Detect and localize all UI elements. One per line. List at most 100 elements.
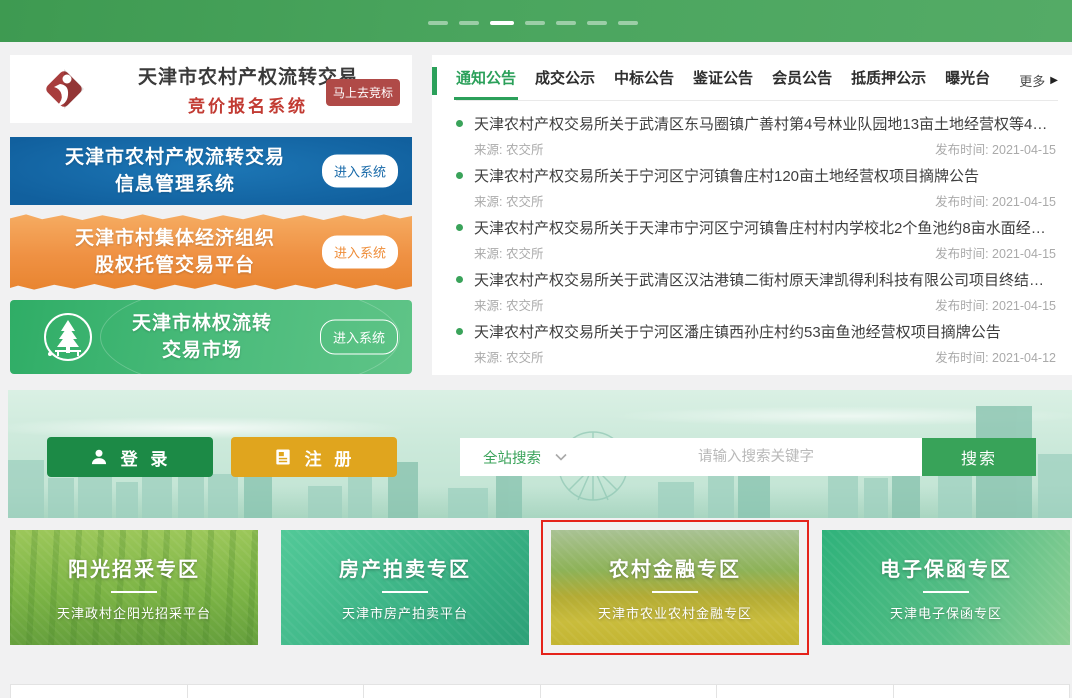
search-scope-label: 全站搜索 <box>483 447 541 468</box>
footer-table-cell <box>188 685 365 698</box>
carousel-dash-active[interactable] <box>490 21 514 25</box>
search-scope-select[interactable]: 全站搜索 <box>460 438 590 476</box>
announcement-date: 发布时间: 2021-04-15 <box>935 139 1056 158</box>
enter-equity-platform-button[interactable]: 进入系统 <box>322 236 398 269</box>
info-management-banner[interactable]: 天津市农村产权流转交易 信息管理系统 进入系统 <box>10 137 412 205</box>
carousel-dash[interactable] <box>618 21 638 25</box>
carousel-dash[interactable] <box>428 21 448 25</box>
announcement-link[interactable]: 天津农村产权交易所关于宁河区宁河镇鲁庄村120亩土地经营权项目摘牌公告 <box>456 163 1056 187</box>
date-value: 2021-04-15 <box>992 299 1056 313</box>
more-link[interactable]: 更多 ▶ <box>1019 71 1058 90</box>
bullet-icon <box>456 120 463 127</box>
carousel-dash[interactable] <box>556 21 576 25</box>
announcement-title: 天津农村产权交易所关于武清区汉沽港镇二街村原天津凯得利科技有限公司项目终结公告 <box>474 269 1049 290</box>
announcement-meta: 来源: 农交所 发布时间: 2021-04-15 <box>474 139 1056 158</box>
hero-band: 登 录 注 册 全站搜索 搜索 <box>8 390 1072 518</box>
user-icon <box>89 447 109 467</box>
equity-banner-line1: 天津市村集体经济组织 <box>10 225 340 252</box>
list-item: 天津农村产权交易所关于武清区汉沽港镇二街村原天津凯得利科技有限公司项目终结公告 … <box>456 267 1056 319</box>
go-bid-button[interactable]: 马上去竞标 <box>326 79 400 106</box>
more-arrow-icon: ▶ <box>1050 75 1058 86</box>
list-item: 天津农村产权交易所关于宁河区宁河镇鲁庄村120亩土地经营权项目摘牌公告 来源: … <box>456 163 1056 215</box>
footer-table-cell <box>11 685 188 698</box>
top-carousel-bar <box>0 0 1072 42</box>
announcement-source: 来源: 农交所 <box>474 295 543 314</box>
announcement-tabs: 通知公告 成交公示 中标公告 鉴证公告 会员公告 抵质押公示 曝光台 <box>456 67 1058 100</box>
zone-title: 房产拍卖专区 <box>339 553 471 582</box>
equity-platform-banner[interactable]: 天津市村集体经济组织 股权托管交易平台 进入系统 <box>10 212 412 292</box>
announcement-list: 天津农村产权交易所关于武清区东马圈镇广善村第4号林业队园地13亩土地经营权等4个… <box>456 111 1056 371</box>
tab-certification[interactable]: 鉴证公告 <box>693 67 753 100</box>
announcement-title: 天津农村产权交易所关于武清区东马圈镇广善村第4号林业队园地13亩土地经营权等4个… <box>474 113 1049 134</box>
time-label: 发布时间: <box>935 195 988 209</box>
search-button[interactable]: 搜索 <box>922 438 1036 476</box>
tab-members[interactable]: 会员公告 <box>772 67 832 100</box>
bullet-icon <box>456 276 463 283</box>
enter-info-system-button[interactable]: 进入系统 <box>322 155 398 188</box>
login-label: 登 录 <box>121 445 172 470</box>
zone-subtitle: 天津电子保函专区 <box>890 603 1002 622</box>
tab-notice[interactable]: 通知公告 <box>456 67 516 100</box>
chevron-down-icon <box>555 453 567 461</box>
time-label: 发布时间: <box>935 299 988 313</box>
announcement-title: 天津农村产权交易所关于宁河区宁河镇鲁庄村120亩土地经营权项目摘牌公告 <box>474 165 979 186</box>
info-banner-line2: 信息管理系统 <box>10 171 340 198</box>
announcement-link[interactable]: 天津农村产权交易所关于天津市宁河区宁河镇鲁庄村村内学校北2个鱼池约8亩水面经营.… <box>456 215 1056 239</box>
info-banner-line1: 天津市农村产权流转交易 <box>10 144 340 171</box>
zone-card-sunshine-procurement[interactable]: 阳光招采专区 天津政村企阳光招采平台 <box>10 530 258 645</box>
announcement-meta: 来源: 农交所 发布时间: 2021-04-15 <box>474 295 1056 314</box>
time-label: 发布时间: <box>935 143 988 157</box>
zone-divider <box>382 591 428 593</box>
announcement-meta: 来源: 农交所 发布时间: 2021-04-12 <box>474 347 1056 366</box>
date-value: 2021-04-12 <box>992 351 1056 365</box>
announcement-link[interactable]: 天津农村产权交易所关于武清区东马圈镇广善村第4号林业队园地13亩土地经营权等4个… <box>456 111 1056 135</box>
tab-deals[interactable]: 成交公示 <box>535 67 595 100</box>
date-value: 2021-04-15 <box>992 195 1056 209</box>
time-label: 发布时间: <box>935 351 988 365</box>
search-bar: 全站搜索 搜索 <box>460 438 1036 476</box>
more-label: 更多 <box>1019 71 1045 90</box>
bullet-icon <box>456 328 463 335</box>
zone-title: 阳光招采专区 <box>68 553 200 582</box>
announcement-date: 发布时间: 2021-04-15 <box>935 191 1056 210</box>
search-input[interactable] <box>590 438 922 476</box>
announcement-date: 发布时间: 2021-04-12 <box>935 347 1056 366</box>
tab-exposure[interactable]: 曝光台 <box>945 67 990 100</box>
zone-card-property-auction[interactable]: 房产拍卖专区 天津市房产拍卖平台 <box>281 530 529 645</box>
zone-subtitle: 天津市房产拍卖平台 <box>342 603 468 622</box>
bidding-system-card[interactable]: 天津市农村产权流转交易 竞价报名系统 马上去竞标 <box>10 55 412 123</box>
announcement-source: 来源: 农交所 <box>474 139 543 158</box>
announcement-link[interactable]: 天津农村产权交易所关于武清区汉沽港镇二街村原天津凯得利科技有限公司项目终结公告 <box>456 267 1056 291</box>
carousel-dash[interactable] <box>587 21 607 25</box>
footer-table-cell <box>717 685 894 698</box>
tab-winning-bids[interactable]: 中标公告 <box>614 67 674 100</box>
date-value: 2021-04-15 <box>992 143 1056 157</box>
zone-title: 电子保函专区 <box>880 553 1012 582</box>
zone-title: 农村金融专区 <box>609 553 741 582</box>
announcement-meta: 来源: 农交所 发布时间: 2021-04-15 <box>474 243 1056 262</box>
register-label: 注 册 <box>305 445 356 470</box>
zone-card-e-guarantee[interactable]: 电子保函专区 天津电子保函专区 <box>822 530 1070 645</box>
carousel-indicators <box>428 21 638 25</box>
footer-table-cell <box>894 685 1070 698</box>
tabs-divider <box>456 100 1058 101</box>
list-item: 天津农村产权交易所关于宁河区潘庄镇西孙庄村约53亩鱼池经营权项目摘牌公告 来源:… <box>456 319 1056 371</box>
forest-market-banner[interactable]: 天津市林权流转 交易市场 进入系统 <box>10 300 412 374</box>
register-button[interactable]: 注 册 <box>231 437 397 477</box>
time-label: 发布时间: <box>935 247 988 261</box>
enter-forest-market-button[interactable]: 进入系统 <box>320 320 398 355</box>
announcement-link[interactable]: 天津农村产权交易所关于宁河区潘庄镇西孙庄村约53亩鱼池经营权项目摘牌公告 <box>456 319 1056 343</box>
login-button[interactable]: 登 录 <box>47 437 213 477</box>
footer-table-cell <box>364 685 541 698</box>
id-card-icon <box>273 447 293 467</box>
zone-divider <box>111 591 157 593</box>
scrollbar-track[interactable] <box>1072 0 1080 698</box>
equity-banner-line2: 股权托管交易平台 <box>10 252 340 279</box>
carousel-dash[interactable] <box>459 21 479 25</box>
footer-table <box>10 684 1070 698</box>
carousel-dash[interactable] <box>525 21 545 25</box>
tab-pledge[interactable]: 抵质押公示 <box>851 67 926 100</box>
announcement-source: 来源: 农交所 <box>474 347 543 366</box>
announcement-date: 发布时间: 2021-04-15 <box>935 295 1056 314</box>
zone-card-rural-finance[interactable]: 农村金融专区 天津市农业农村金融专区 <box>551 530 799 645</box>
